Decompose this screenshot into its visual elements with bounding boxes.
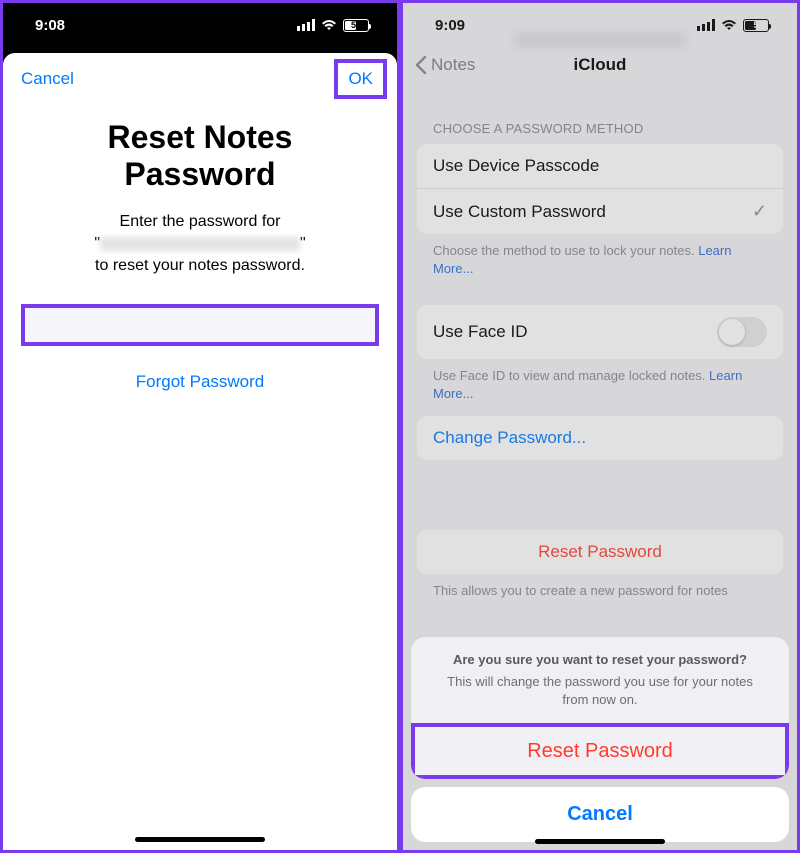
option-custom-password[interactable]: Use Custom Password ✓ bbox=[417, 188, 783, 234]
sheet-reset-password-button[interactable]: Reset Password bbox=[411, 723, 789, 779]
change-password-button[interactable]: Change Password... bbox=[417, 416, 783, 460]
status-bar: 9:08 52 bbox=[3, 3, 397, 47]
forgot-password-link[interactable]: Forgot Password bbox=[3, 346, 397, 392]
reset-password-button[interactable]: Reset Password bbox=[417, 530, 783, 574]
redacted-email bbox=[100, 237, 300, 251]
home-indicator bbox=[535, 839, 665, 844]
modal-title: Reset Notes Password bbox=[3, 99, 397, 203]
status-right: 5 bbox=[697, 19, 769, 32]
sheet-cancel-button[interactable]: Cancel bbox=[411, 787, 789, 842]
checkmark-icon: ✓ bbox=[752, 201, 767, 222]
section-footer: Choose the method to use to lock your no… bbox=[417, 234, 783, 277]
redacted-subtitle bbox=[515, 33, 685, 47]
modal-subtitle: Enter the password for "" to reset your … bbox=[3, 203, 397, 278]
home-indicator bbox=[135, 837, 265, 842]
face-id-cell: Use Face ID bbox=[417, 305, 783, 359]
signal-icon bbox=[697, 19, 715, 31]
option-device-passcode[interactable]: Use Device Passcode bbox=[417, 144, 783, 188]
status-time: 9:09 bbox=[435, 17, 465, 34]
ok-button[interactable]: OK bbox=[334, 59, 387, 99]
wifi-icon bbox=[721, 19, 737, 31]
battery-icon: 5 bbox=[743, 19, 769, 32]
password-input[interactable] bbox=[21, 304, 379, 346]
nav-title: iCloud bbox=[403, 55, 797, 75]
section-header: CHOOSE A PASSWORD METHOD bbox=[417, 121, 783, 144]
sheet-message: Are you sure you want to reset your pass… bbox=[411, 637, 789, 723]
cancel-button[interactable]: Cancel bbox=[21, 69, 74, 89]
nav-bar: Notes iCloud bbox=[403, 47, 797, 87]
reset-password-modal: Cancel OK Reset Notes Password Enter the… bbox=[3, 53, 397, 850]
status-right: 52 bbox=[297, 19, 369, 32]
action-sheet: Are you sure you want to reset your pass… bbox=[411, 637, 789, 842]
section-footer: This allows you to create a new password… bbox=[417, 574, 783, 600]
signal-icon bbox=[297, 19, 315, 31]
status-time: 9:08 bbox=[35, 17, 65, 34]
battery-icon: 52 bbox=[343, 19, 369, 32]
face-id-toggle[interactable] bbox=[717, 317, 767, 347]
wifi-icon bbox=[321, 19, 337, 31]
section-footer: Use Face ID to view and manage locked no… bbox=[417, 359, 783, 402]
